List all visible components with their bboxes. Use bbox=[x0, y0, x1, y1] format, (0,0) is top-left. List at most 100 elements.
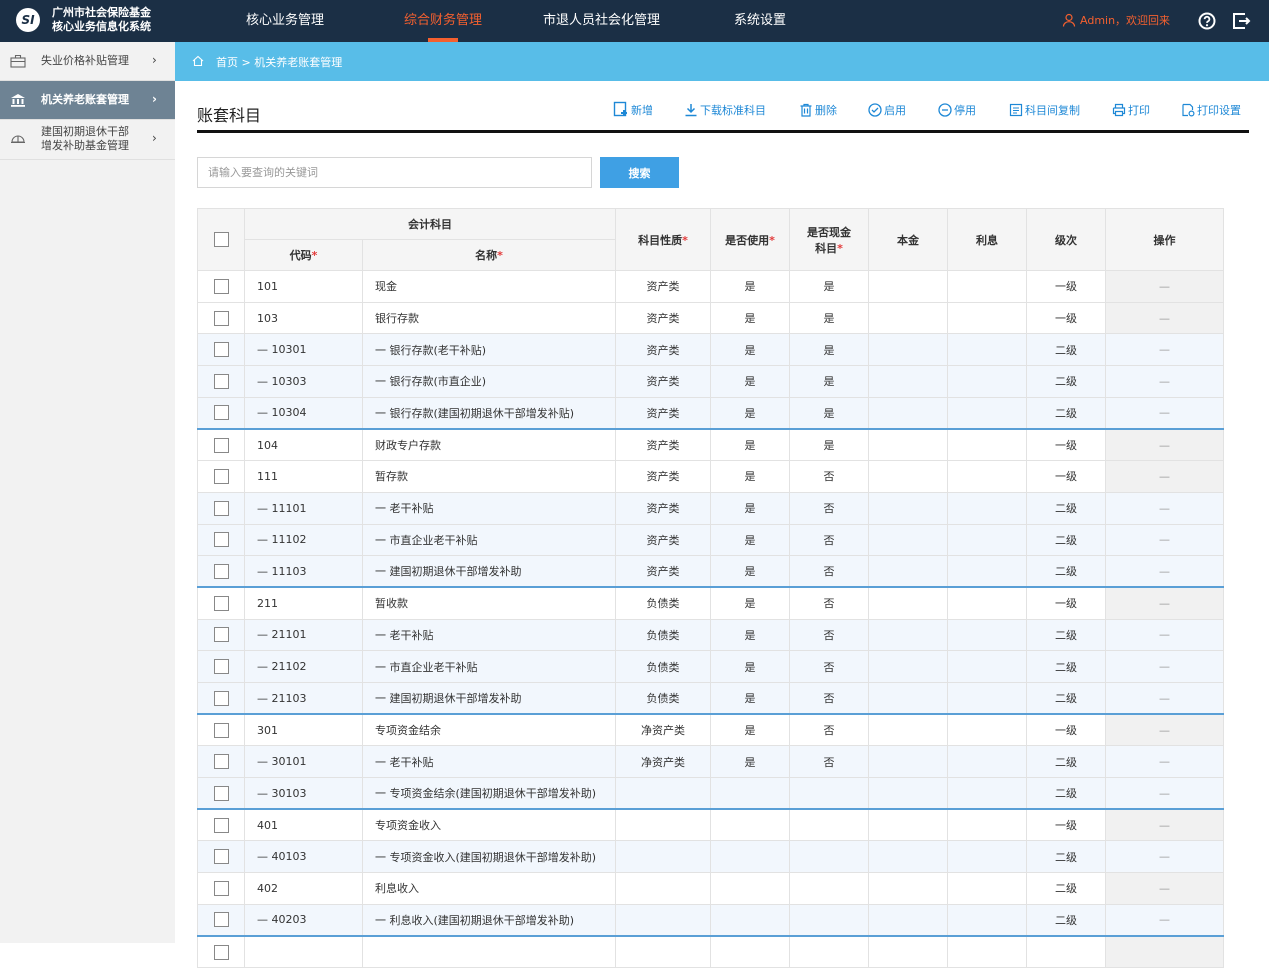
is-cash-cell: 否 bbox=[789, 491, 869, 525]
row-checkbox[interactable] bbox=[213, 500, 229, 516]
row-checkbox[interactable] bbox=[213, 437, 229, 453]
user-menu[interactable]: Admin，欢迎回来 bbox=[1062, 0, 1170, 42]
add-button[interactable]: 新增 bbox=[613, 101, 653, 121]
nav-core-business[interactable]: 核心业务管理 bbox=[246, 0, 324, 42]
table-row[interactable]: — 10303 一 银行存款(市直企业) 资产类是是二级 — bbox=[197, 365, 1224, 398]
home-icon[interactable] bbox=[192, 55, 204, 67]
table-row[interactable]: — 11101 一 老干补贴 资产类是否 二级 — bbox=[197, 491, 1224, 525]
table-row[interactable]: — 30101 一 老干补贴 净资产类是否 二级 — bbox=[197, 745, 1224, 778]
row-checkbox[interactable] bbox=[213, 880, 229, 896]
table-row[interactable]: 111 暂存款 资产类是否 一级 — bbox=[197, 460, 1224, 493]
breadcrumb-text[interactable]: 首页 > 机关养老账套管理 bbox=[216, 54, 342, 70]
level-cell: 二级 bbox=[1026, 777, 1106, 810]
table-row[interactable]: — 10301 一 银行存款(老干补贴) 资产类是是二级 — bbox=[197, 333, 1224, 367]
select-all-cell bbox=[197, 208, 245, 271]
action-cell: — bbox=[1105, 460, 1224, 493]
table-row[interactable]: — 40103 一 专项资金收入(建国初期退休干部增发补助) 二级 — bbox=[197, 840, 1224, 874]
row-checkbox[interactable] bbox=[213, 627, 229, 643]
table-row[interactable]: — 11103 一 建国初期退休干部增发补助 资产类是否 二级 — bbox=[197, 555, 1224, 588]
table-row[interactable] bbox=[197, 934, 1224, 968]
level-cell: 二级 bbox=[1026, 618, 1106, 652]
row-checkbox[interactable] bbox=[213, 912, 229, 928]
table-row[interactable]: 103 银行存款 资产类是是一级 — bbox=[197, 301, 1224, 335]
row-checkbox[interactable] bbox=[213, 659, 229, 675]
level-cell: 一级 bbox=[1026, 713, 1106, 747]
row-checkbox[interactable] bbox=[213, 342, 229, 358]
principal-cell bbox=[868, 808, 948, 842]
search-button[interactable]: 搜索 bbox=[600, 157, 679, 188]
nature-cell: 负债类 bbox=[615, 681, 711, 715]
name-cell: 一 老干补贴 bbox=[362, 491, 616, 525]
row-checkbox[interactable] bbox=[213, 532, 229, 548]
help-icon[interactable] bbox=[1197, 11, 1217, 31]
sidebar-item-unemployment-subsidy[interactable]: 失业价格补贴管理 › bbox=[0, 42, 175, 81]
nav-system-settings[interactable]: 系统设置 bbox=[734, 0, 786, 42]
copy-between-accounts-button[interactable]: 科目间复制 bbox=[1009, 101, 1080, 121]
col-principal[interactable]: 本金 bbox=[868, 208, 948, 271]
table-row[interactable]: 401 专项资金收入 一级 — bbox=[197, 808, 1224, 842]
table-row[interactable]: — 21101 一 老干补贴 负债类是否 二级 — bbox=[197, 618, 1224, 652]
row-checkbox[interactable] bbox=[213, 405, 229, 421]
row-checkbox-cell bbox=[197, 586, 245, 620]
col-in-use[interactable]: 是否使用* bbox=[710, 208, 790, 271]
table-row[interactable]: 104 财政专户存款 资产类是是一级 — bbox=[197, 427, 1224, 462]
is-cash-cell bbox=[789, 872, 869, 905]
disable-button[interactable]: 停用 bbox=[938, 101, 976, 121]
sidebar-item-cadre-fund[interactable]: 建国初期退休干部 增发补助基金管理 › bbox=[0, 120, 175, 160]
sidebar-item-label: 失业价格补贴管理 bbox=[41, 54, 129, 67]
table-row[interactable]: — 10304 一 银行存款(建国初期退休干部增发补贴) 资产类是是二级 — bbox=[197, 396, 1224, 430]
name-cell: 利息收入 bbox=[362, 872, 616, 905]
col-level[interactable]: 级次 bbox=[1026, 208, 1106, 271]
table-row[interactable]: — 40203 一 利息收入(建国初期退休干部增发补助) 二级 — bbox=[197, 903, 1224, 937]
row-checkbox-cell bbox=[197, 491, 245, 525]
row-checkbox-cell bbox=[197, 681, 245, 715]
system-name: 广州市社会保险基金 核心业务信息化系统 bbox=[52, 6, 151, 34]
nav-finance[interactable]: 综合财务管理 bbox=[404, 0, 482, 42]
table-row[interactable]: — 21103 一 建国初期退休干部增发补助 负债类是否 二级 — bbox=[197, 681, 1224, 715]
nav-retiree[interactable]: 市退人员社会化管理 bbox=[543, 0, 660, 42]
row-checkbox[interactable] bbox=[213, 595, 229, 611]
row-checkbox[interactable] bbox=[213, 278, 229, 294]
table-row[interactable]: 211 暂收款 负债类是否 一级 — bbox=[197, 586, 1224, 620]
col-is-cash[interactable]: 是否现金 科目* bbox=[789, 208, 869, 271]
row-checkbox[interactable] bbox=[213, 722, 229, 738]
in-use-cell: 是 bbox=[710, 586, 790, 620]
download-standard-button[interactable]: 下载标准科目 bbox=[684, 101, 766, 121]
col-code[interactable]: 代码* bbox=[244, 239, 363, 271]
col-name[interactable]: 名称* bbox=[362, 239, 616, 271]
sidebar-item-pension-ledger[interactable]: 机关养老账套管理 › bbox=[0, 81, 175, 120]
row-checkbox[interactable] bbox=[213, 849, 229, 865]
nature-cell: 资产类 bbox=[615, 491, 711, 525]
delete-label: 删除 bbox=[815, 104, 837, 117]
row-checkbox[interactable] bbox=[213, 817, 229, 833]
logout-icon[interactable] bbox=[1231, 11, 1251, 31]
row-checkbox[interactable] bbox=[213, 373, 229, 389]
select-all-checkbox[interactable] bbox=[213, 232, 229, 247]
row-checkbox[interactable] bbox=[213, 468, 229, 484]
print-settings-button[interactable]: 打印设置 bbox=[1181, 101, 1241, 121]
delete-button[interactable]: 删除 bbox=[799, 101, 837, 121]
row-checkbox[interactable] bbox=[213, 754, 229, 770]
interest-cell bbox=[947, 491, 1027, 525]
row-checkbox[interactable] bbox=[213, 944, 229, 960]
col-name-label: 名称 bbox=[475, 249, 498, 262]
table-row[interactable]: — 30103 一 专项资金结余(建国初期退休干部增发补助) 二级 — bbox=[197, 777, 1224, 810]
code-cell: 101 bbox=[244, 270, 363, 303]
search-input[interactable] bbox=[197, 157, 592, 188]
enable-button[interactable]: 启用 bbox=[868, 101, 906, 121]
table-row[interactable]: 301 专项资金结余 净资产类是否 一级 — bbox=[197, 713, 1224, 747]
level-cell: 二级 bbox=[1026, 745, 1106, 778]
table-row[interactable]: — 11102 一 市直企业老干补贴 资产类是否 二级 — bbox=[197, 523, 1224, 557]
row-checkbox[interactable] bbox=[213, 310, 229, 326]
col-interest[interactable]: 利息 bbox=[947, 208, 1027, 271]
col-nature[interactable]: 科目性质* bbox=[615, 208, 711, 271]
row-checkbox[interactable] bbox=[213, 690, 229, 706]
top-navbar: SI 广州市社会保险基金 核心业务信息化系统 核心业务管理 综合财务管理 市退人… bbox=[0, 0, 1269, 42]
print-button[interactable]: 打印 bbox=[1112, 101, 1150, 121]
table-row[interactable]: 101 现金 资产类是是一级 — bbox=[197, 270, 1224, 303]
row-checkbox[interactable] bbox=[213, 563, 229, 579]
principal-cell bbox=[868, 618, 948, 652]
row-checkbox[interactable] bbox=[213, 785, 229, 801]
table-row[interactable]: 402 利息收入 二级 — bbox=[197, 872, 1224, 905]
table-row[interactable]: — 21102 一 市直企业老干补贴 负债类是否 二级 — bbox=[197, 650, 1224, 683]
